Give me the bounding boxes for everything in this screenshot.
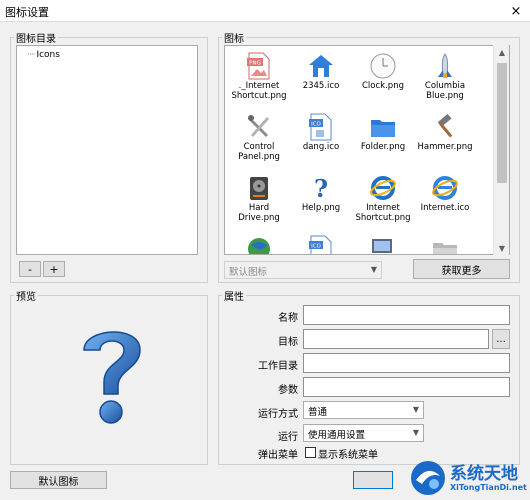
chevron-down-icon: ▼ (412, 428, 419, 437)
target-label: 目标 (278, 337, 298, 348)
hard-drive-icon (250, 177, 268, 200)
icon-item[interactable]: Internet Shortcut.png (353, 170, 413, 230)
props-group-label: 属性 (222, 288, 246, 303)
ie-icon (370, 176, 396, 200)
icon-label: Internet.ico (420, 203, 470, 213)
ico-file-icon: ICO (309, 113, 332, 141)
run-select[interactable]: 使用通用设置 ▼ (303, 424, 424, 442)
icon-source-value: 默认图标 (229, 267, 268, 278)
folder-icon (371, 120, 395, 137)
run-label: 运行 (278, 432, 298, 443)
svg-text:ICO: ICO (311, 244, 321, 250)
icon-item[interactable]: Control Panel.png (229, 109, 289, 169)
question-mark-icon (83, 331, 141, 424)
icon-item[interactable]: Internet.ico (415, 170, 475, 230)
help-icon: ? (314, 174, 328, 202)
add-folder-button[interactable]: + (43, 261, 65, 277)
icon-label: Hard Drive.png (238, 203, 280, 223)
png-file-icon: PNG (247, 52, 270, 80)
tree-item-icons[interactable]: ···· Icons (27, 50, 60, 60)
house-icon (309, 55, 333, 77)
watermark-url: XiTongTianDi.net (450, 483, 527, 492)
globe-icon (248, 238, 270, 254)
icons-group-label: 图标 (222, 30, 246, 45)
watermark-logo-icon (411, 461, 445, 495)
clock-icon (370, 53, 396, 79)
tree-view[interactable]: ···· Icons (16, 45, 198, 255)
icon-source-combo[interactable]: 默认图标 ▼ (224, 261, 382, 279)
icon-item[interactable]: Hard Drive.png (229, 170, 289, 230)
icon-label: ._Internet Shortcut.png (231, 81, 287, 101)
icon-item[interactable]: Columbia Blue.png (415, 48, 475, 108)
rocket-icon (438, 53, 452, 78)
show-sysmenu-checkbox[interactable] (305, 447, 316, 458)
folder-icon (433, 243, 457, 254)
window-title: 图标设置 (5, 6, 49, 19)
icon-label: Control Panel.png (238, 142, 280, 162)
hammer-icon (437, 113, 453, 138)
preview-group-label: 预览 (14, 288, 38, 303)
title-bar: 图标设置 × (0, 0, 530, 22)
close-icon[interactable]: × (502, 0, 530, 22)
icon-label: Hammer.png (417, 142, 473, 152)
scroll-down-icon[interactable]: ▼ (494, 241, 510, 255)
name-label: 名称 (278, 313, 298, 324)
runmode-select[interactable]: 普通 ▼ (303, 401, 424, 419)
icon-item[interactable]: PNG ._Internet Shortcut.png (229, 48, 289, 108)
chevron-down-icon: ▼ (412, 405, 419, 414)
icon-grid-scrollbar[interactable]: ▲ ▼ (493, 45, 509, 255)
icon-label: 2345.ico (302, 81, 340, 91)
icon-item[interactable]: Folder.png (353, 109, 413, 169)
tree-item-label: Icons (36, 50, 60, 60)
name-input[interactable] (303, 305, 510, 325)
scroll-thumb[interactable] (497, 63, 507, 183)
watermark-title: 系统天地 (450, 464, 518, 484)
chevron-down-icon: ▼ (370, 265, 377, 274)
runmode-value: 普通 (308, 407, 328, 418)
scroll-up-icon[interactable]: ▲ (494, 45, 510, 59)
ico-file-icon: ICO (309, 235, 332, 254)
tools-icon (248, 115, 269, 137)
icon-item[interactable]: Hammer.png (415, 109, 475, 169)
default-icon-button[interactable]: 默认图标 (10, 471, 107, 489)
watermark: 系统天地 XiTongTianDi.net (380, 456, 530, 500)
icon-label: Clock.png (362, 81, 404, 91)
computer-icon (372, 239, 392, 253)
icon-label: Columbia Blue.png (424, 81, 466, 101)
remove-folder-button[interactable]: - (19, 261, 41, 277)
icon-item[interactable]: ? Help.png (291, 170, 351, 230)
icon-label: Folder.png (360, 142, 406, 152)
params-input[interactable] (303, 377, 510, 397)
icon-item[interactable]: ICO dang.ico (291, 109, 351, 169)
workdir-label: 工作目录 (258, 361, 298, 372)
workdir-input[interactable] (303, 353, 510, 373)
params-label: 参数 (278, 385, 298, 396)
icon-grid[interactable]: PNG ._Internet Shortcut.png 2345.ico Clo… (224, 45, 510, 255)
icon-label: Internet Shortcut.png (355, 203, 411, 223)
icon-label: Help.png (301, 203, 341, 213)
icon-item[interactable]: Clock.png (353, 48, 413, 108)
runmode-label: 运行方式 (258, 409, 298, 420)
run-value: 使用通用设置 (308, 430, 366, 441)
browse-button[interactable]: ... (492, 329, 510, 349)
icon-item[interactable]: 2345.ico (291, 48, 351, 108)
svg-text:ICO: ICO (311, 122, 321, 128)
show-sysmenu-label[interactable]: 显示系统菜单 (318, 446, 378, 461)
ie-icon (432, 176, 458, 200)
icon-label: dang.ico (302, 142, 340, 152)
target-input[interactable] (303, 329, 489, 349)
fetch-more-button[interactable]: 获取更多 (413, 259, 510, 279)
svg-text:PNG: PNG (249, 61, 261, 67)
svg-text:?: ? (314, 174, 328, 202)
tree-group-label: 图标目录 (14, 30, 58, 45)
popup-menu-label: 弹出菜单 (258, 450, 298, 461)
tree-line-icon: ···· (27, 50, 36, 60)
